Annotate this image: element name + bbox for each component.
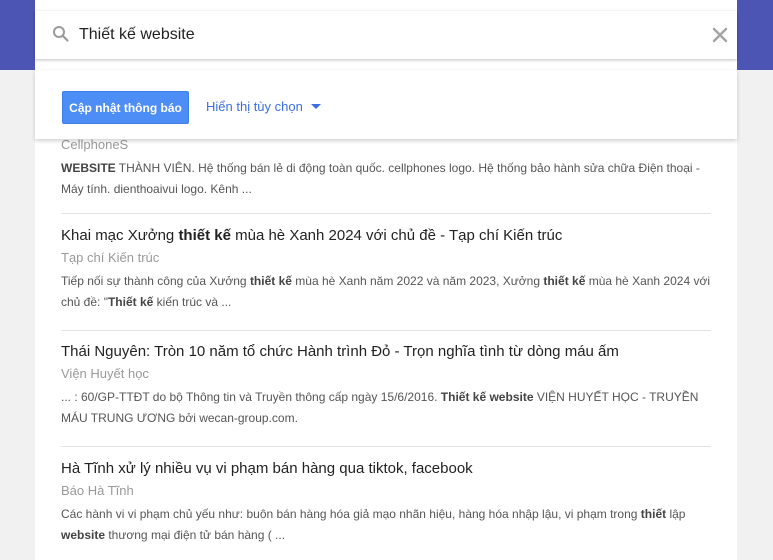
result-snippet: Các hành vi vi phạm chủ yếu như: buôn bá… [61,504,711,546]
highlighted-term: thiết [640,507,667,521]
result-title[interactable]: Thái Nguyên: Tròn 10 năm tổ chức Hành tr… [61,342,711,362]
search-box [35,11,737,59]
result-item[interactable]: Hà Tĩnh xử lý nhiều vụ vi phạm bán hàng … [61,459,711,546]
options-panel: Cập nhật thông báo Hiển thị tùy chọn [35,70,737,139]
search-input[interactable] [79,20,679,50]
result-source: Viện Huyết học [61,366,149,381]
result-snippet: WEBSITE THÀNH VIÊN. Hệ thống bán lẻ di đ… [61,158,711,200]
highlighted-term: Thiết kế website [440,390,534,404]
show-options-link[interactable]: Hiển thị tùy chọn [206,99,303,114]
result-snippet: ... : 60/GP-TTĐT do bộ Thông tin và Truy… [61,387,711,429]
text-segment: thương mại điện tử bán hàng ( ... [105,528,286,542]
divider [61,446,711,447]
divider [61,330,711,331]
text-segment: Hà Tĩnh xử lý nhiều vụ vi phạm bán hàng … [61,460,473,477]
result-item[interactable]: CellphoneS WEBSITE THÀNH VIÊN. Hệ thống … [61,133,711,200]
text-segment: Thái Nguyên: Tròn 10 năm tổ chức Hành tr… [61,343,619,360]
result-title[interactable]: Hà Tĩnh xử lý nhiều vụ vi phạm bán hàng … [61,459,711,479]
result-title[interactable]: Khai mạc Xưởng thiết kế mùa hè Xanh 2024… [61,226,711,246]
text-segment: Các hành vi vi phạm chủ yếu như: buôn bá… [61,507,641,521]
chevron-down-icon[interactable] [311,104,321,109]
text-segment: ... : 60/GP-TTĐT do bộ Thông tin và Truy… [61,390,441,404]
result-snippet: Tiếp nối sự thành công của Xưởng thiết k… [61,271,711,313]
text-segment: mùa hè Xanh năm 2022 và năm 2023, Xưởng [291,274,544,288]
highlighted-term: Thiết kế [107,295,154,309]
highlighted-term: website [61,528,106,542]
text-segment: THÀNH VIÊN. Hệ thống bán lẻ di động toàn… [61,161,700,196]
text-segment: lập [666,507,686,521]
highlighted-term: thiết kế [178,227,231,244]
text-segment: mùa hè Xanh 2024 với chủ đề - Tạp chí Ki… [230,227,563,244]
divider [61,213,711,214]
text-segment: Tiếp nối sự thành công của Xưởng [61,274,250,288]
highlighted-term: thiết kế [249,274,292,288]
text-segment: Khai mạc Xưởng [61,227,179,244]
text-segment: kiến trúc và ... [153,295,232,309]
result-source: Báo Hà Tĩnh [61,483,134,498]
highlighted-term: WEBSITE [61,161,116,175]
highlighted-term: thiết kế [543,274,586,288]
result-item[interactable]: Thái Nguyên: Tròn 10 năm tổ chức Hành tr… [61,342,711,429]
close-icon[interactable] [711,26,729,44]
update-notifications-button[interactable]: Cập nhật thông báo [62,91,189,124]
result-item[interactable]: Khai mạc Xưởng thiết kế mùa hè Xanh 2024… [61,226,711,313]
search-icon [53,26,69,42]
result-source: Tạp chí Kiến trúc [61,250,160,265]
